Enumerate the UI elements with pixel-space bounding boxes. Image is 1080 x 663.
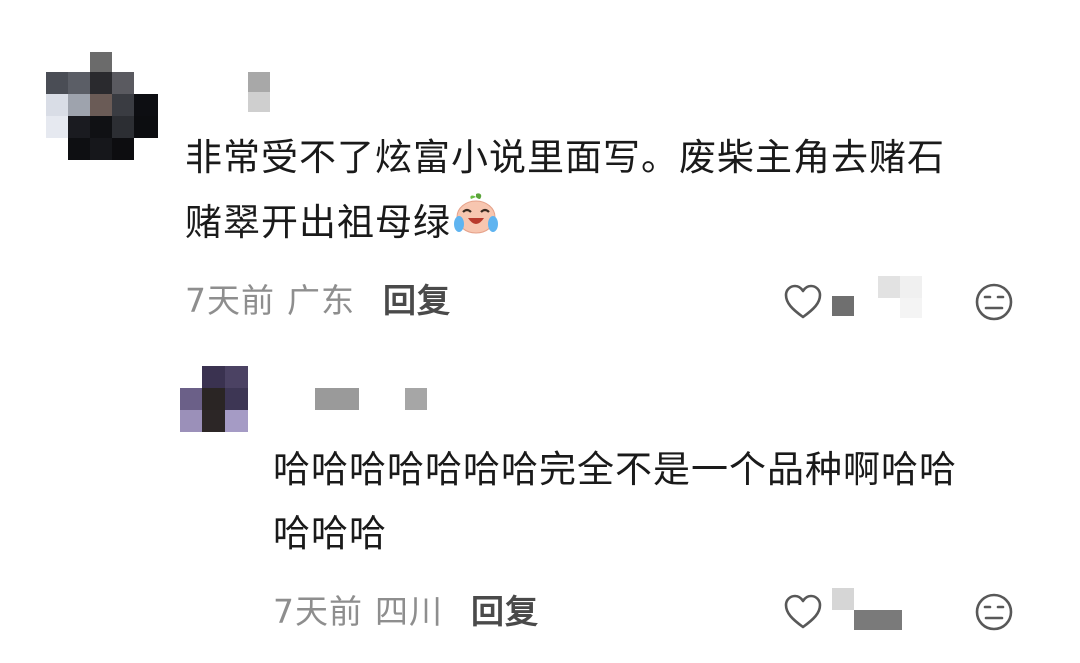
username[interactable] <box>248 72 272 112</box>
like-count <box>832 588 854 610</box>
comment-time: 7天前 <box>185 281 275 320</box>
heart-icon <box>782 592 824 632</box>
reply-meta: 7天前 四川 回复 <box>273 590 539 634</box>
reply-text-line-2: 哈哈哈 <box>273 512 387 555</box>
dislike-button[interactable] <box>974 282 1016 324</box>
comment-text-line-2: 赌翠开出祖母绿 <box>185 190 1065 256</box>
like-button[interactable] <box>782 276 942 322</box>
avatar[interactable] <box>46 52 158 160</box>
reply-text-line-1: 哈哈哈哈哈哈哈完全不是一个品种啊哈哈 <box>273 448 957 491</box>
reply-location: 四川 <box>375 592 443 631</box>
username[interactable] <box>315 388 435 410</box>
comment-text-line-2-text: 赌翠开出祖母绿 <box>185 201 451 244</box>
avatar[interactable] <box>180 366 248 432</box>
comment-text: 非常受不了炫富小说里面写。废柴主角去赌石 赌翠开出祖母绿 <box>185 126 1065 256</box>
reply-button[interactable]: 回复 <box>383 279 451 323</box>
reply-text: 哈哈哈哈哈哈哈完全不是一个品种啊哈哈 哈哈哈 <box>273 438 1063 566</box>
comment-location: 广东 <box>287 281 355 320</box>
neutral-face-icon <box>974 592 1016 632</box>
like-count <box>832 296 854 316</box>
crying-laughing-emoji-icon <box>453 190 499 256</box>
dislike-button[interactable] <box>974 592 1016 634</box>
neutral-face-icon <box>974 282 1016 322</box>
reply-button[interactable]: 回复 <box>471 590 539 634</box>
comment-text-line-1: 非常受不了炫富小说里面写。废柴主角去赌石 <box>185 136 945 179</box>
reply-time: 7天前 <box>273 592 363 631</box>
comment-meta: 7天前 广东 回复 <box>185 279 451 323</box>
heart-icon <box>782 282 824 322</box>
like-button[interactable] <box>782 588 912 632</box>
